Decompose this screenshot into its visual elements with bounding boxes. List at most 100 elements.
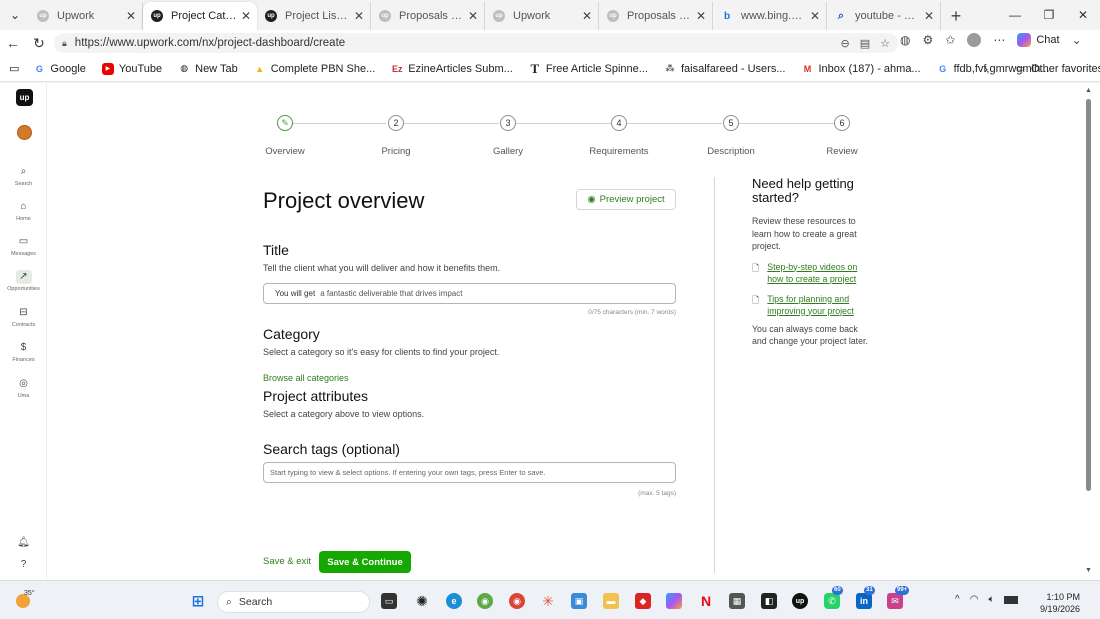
restore-icon[interactable]: ❐ [1032, 8, 1066, 22]
copilot-chat-button[interactable]: Chat [1017, 33, 1060, 47]
browser-essentials-icon[interactable]: ◍ [900, 33, 910, 47]
close-window-icon[interactable]: ✕ [1066, 8, 1100, 22]
other-favorites[interactable]: ▭ Other favorites [1014, 63, 1100, 75]
new-tab-button[interactable]: + [941, 2, 971, 30]
minimize-icon[interactable]: — [998, 8, 1032, 22]
close-tab-icon[interactable]: ✕ [696, 9, 706, 23]
close-tab-icon[interactable]: ✕ [126, 9, 136, 23]
bookmark-pbn[interactable]: ▲ Complete PBN She... [254, 63, 375, 75]
preview-project-button[interactable]: ◉ Preview project [576, 189, 676, 210]
step-pricing[interactable]: 2 Pricing [356, 115, 436, 157]
sidebar-item-finances[interactable]: $ Finances [0, 341, 47, 363]
taskbar-search[interactable]: ⌕ Search [217, 591, 370, 613]
app-icon[interactable]: ✳ [540, 593, 556, 609]
bookmark-users[interactable]: ⁂ faisalfareed - Users... [664, 63, 785, 75]
profile-avatar-icon[interactable] [967, 33, 982, 47]
app-icon[interactable]: ◧ [761, 593, 777, 609]
step-overview[interactable]: ✎ Overview [245, 115, 325, 157]
chevron-up-icon[interactable]: ^ [955, 594, 960, 605]
videos-link[interactable]: Step-by-step videos on how to create a p… [767, 261, 872, 285]
step-gallery[interactable]: 3 Gallery [468, 115, 548, 157]
scroll-down-icon[interactable]: ▼ [1085, 567, 1092, 574]
sidebar-item-search[interactable]: ⌕ Search [0, 165, 47, 187]
tips-link[interactable]: Tips for planning and improving your pro… [767, 293, 872, 317]
url-bar[interactable]: 🔒︎ https://www.upwork.com/nx/project-das… [54, 33, 898, 53]
extensions-icon[interactable]: ⚙ [922, 33, 933, 47]
scrollbar-thumb[interactable] [1086, 99, 1091, 491]
browser-tab[interactable]: upProposals and offers✕ [599, 2, 713, 30]
battery-icon[interactable] [1004, 596, 1019, 604]
bookmarks-toggle-icon[interactable]: ▭ [9, 62, 19, 75]
page-scrollbar[interactable]: ▲ ▼ [1082, 83, 1100, 580]
close-tab-icon[interactable]: ✕ [582, 9, 592, 23]
task-view-icon[interactable]: ▭ [381, 593, 397, 609]
bookmark-youtube[interactable]: ▶ YouTube [101, 62, 162, 75]
wifi-icon[interactable]: ◠ [970, 594, 979, 605]
netflix-icon[interactable]: N [698, 593, 714, 609]
edge-icon[interactable]: e [446, 593, 462, 609]
sidebar-item-home[interactable]: ⌂ Home [0, 200, 47, 222]
mail-icon[interactable]: ✉ 99+ [887, 586, 910, 609]
bookmark-new-tab[interactable]: ◍ New Tab [178, 63, 238, 75]
favorite-star-icon[interactable]: ☆ [880, 37, 890, 50]
help-title: Need help getting started? [752, 176, 854, 205]
sidebar-item-uma[interactable]: ◎ Uma [0, 377, 47, 399]
bookmark-google[interactable]: G Google [33, 63, 86, 75]
app-window-icon[interactable]: ▣ [571, 593, 587, 609]
chatgpt-icon[interactable]: ✺ [414, 593, 430, 609]
browser-tab[interactable]: ⌕youtube - Search✕ [827, 2, 941, 30]
sidebar-item-opportunities[interactable]: ↗ Opportunities [0, 270, 47, 292]
search-tags-input[interactable]: Start typing to view & select options. I… [263, 462, 676, 483]
chevron-down-icon[interactable]: ⌄ [1072, 33, 1082, 47]
anydesk-icon[interactable]: ◆ [635, 593, 651, 609]
copilot-taskbar-icon[interactable] [666, 593, 682, 609]
close-tab-icon[interactable]: ✕ [810, 9, 820, 23]
clock[interactable]: 1:10 PM 9/19/2026 [1040, 591, 1080, 615]
step-review[interactable]: 6 Review [802, 115, 882, 157]
bookmark-ezine[interactable]: Ez EzineArticles Subm... [391, 63, 513, 75]
close-tab-icon[interactable]: ✕ [924, 9, 934, 23]
scroll-up-icon[interactable]: ▲ [1085, 87, 1092, 94]
save-continue-button[interactable]: Save & Continue [319, 551, 411, 573]
user-avatar[interactable] [17, 125, 32, 140]
file-explorer-icon[interactable]: ▬ [603, 593, 619, 609]
linkedin-icon[interactable]: in 31 [856, 586, 875, 609]
sidebar-item-contracts[interactable]: ⊟ Contracts [0, 306, 47, 328]
tab-actions-chevron-icon[interactable]: ⌄ [1, 1, 29, 29]
calculator-icon[interactable]: ▦ [729, 593, 745, 609]
step-description[interactable]: 5 Description [691, 115, 771, 157]
sidebar-item-messages[interactable]: ▭ Messages [0, 235, 47, 257]
help-icon[interactable]: ? [0, 559, 47, 570]
close-tab-icon[interactable]: ✕ [241, 9, 251, 23]
whatsapp-icon[interactable]: ✆ 60 [824, 586, 843, 609]
browser-tab[interactable]: b www.bing.com ✕ [713, 2, 827, 30]
browser-tab[interactable]: up Upwork ✕ [485, 2, 599, 30]
zoom-icon[interactable]: ⊖ [841, 37, 850, 50]
lock-icon[interactable]: 🔒︎ [62, 38, 67, 49]
browser-tab-active[interactable]: upProject Catalog | Upwork✕ [143, 2, 257, 30]
favorites-icon[interactable]: ✩ [945, 33, 955, 47]
step-requirements[interactable]: 4 Requirements [579, 115, 659, 157]
bookmark-spinner[interactable]: T Free Article Spinne... [529, 61, 648, 76]
bookmarks-overflow-icon[interactable]: › [984, 62, 988, 76]
browser-tab[interactable]: upProject List | Upwork✕ [257, 2, 371, 30]
windows-start-icon[interactable]: ⊞ [190, 593, 206, 610]
browse-categories-link[interactable]: Browse all categories [263, 373, 349, 383]
upwork-taskbar-icon[interactable]: up [792, 593, 808, 609]
close-tab-icon[interactable]: ✕ [468, 9, 478, 23]
project-title-input[interactable]: You will get a fantastic deliverable tha… [263, 283, 676, 304]
refresh-icon[interactable]: ↻ [26, 35, 52, 52]
notifications-bell-icon[interactable]: 🔔︎ [0, 537, 47, 548]
save-exit-link[interactable]: Save & exit [263, 556, 311, 567]
bookmark-gmail[interactable]: M Inbox (187) - ahma... [802, 63, 921, 75]
back-arrow-icon[interactable]: ← [0, 35, 26, 51]
chrome-profile-icon[interactable]: ◉ [509, 593, 525, 609]
volume-icon[interactable]: 🔈︎ [988, 594, 994, 605]
browser-tab[interactable]: upProposals and offers✕ [371, 2, 485, 30]
more-menu-icon[interactable]: ⋯ [993, 33, 1005, 47]
close-tab-icon[interactable]: ✕ [354, 9, 364, 23]
upwork-logo[interactable]: up [16, 89, 33, 106]
reader-icon[interactable]: ▤ [860, 37, 870, 50]
browser-tab[interactable]: up Upwork ✕ [29, 2, 143, 30]
chrome-icon[interactable]: ◉ [477, 593, 493, 609]
